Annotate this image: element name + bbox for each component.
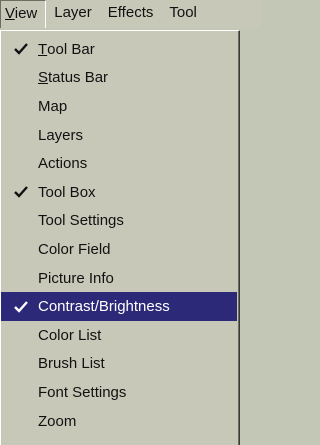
- menu-item-color-list[interactable]: Color List: [1, 321, 237, 350]
- menu-item-tool-box-label: Tool Box: [38, 183, 96, 201]
- menu-item-tool-box[interactable]: Tool Box: [1, 178, 237, 207]
- menu-item-status-bar[interactable]: Status Bar: [1, 64, 237, 93]
- check-icon: [13, 185, 29, 199]
- check-icon: [13, 300, 29, 314]
- menu-item-font-settings-label: Font Settings: [38, 383, 127, 401]
- menu-item-map-label: Map: [38, 97, 68, 115]
- menu-effects[interactable]: Effects: [100, 0, 162, 28]
- menu-item-color-field[interactable]: Color Field: [1, 235, 237, 264]
- desktop-background: [242, 30, 261, 445]
- menu-item-layers[interactable]: Layers: [1, 121, 237, 150]
- menu-view-label-rest: iew: [14, 5, 38, 22]
- menu-layer[interactable]: Layer: [46, 0, 100, 28]
- menu-item-tool-bar-mnemonic: T: [38, 40, 48, 58]
- menu-view-mnemonic: V: [5, 5, 15, 22]
- menu-item-tool-bar[interactable]: Tool Bar: [1, 35, 237, 64]
- menu-item-status-bar-rest: tatus Bar: [48, 69, 109, 87]
- menu-view[interactable]: View: [0, 0, 47, 28]
- menu-bar: View Layer Effects Tool: [0, 0, 261, 28]
- menu-item-brush-list-label: Brush List: [38, 355, 105, 373]
- menu-item-status-bar-mnemonic: S: [38, 69, 49, 87]
- menu-item-picture-info-label: Picture Info: [38, 269, 114, 287]
- menu-item-actions-label: Actions: [38, 155, 88, 173]
- menu-tool[interactable]: Tool: [161, 0, 205, 28]
- menu-item-actions[interactable]: Actions: [1, 149, 237, 178]
- menu-item-layers-label: Layers: [38, 126, 84, 144]
- menu-item-tool-settings-label: Tool Settings: [38, 212, 124, 230]
- menu-item-color-field-label: Color Field: [38, 240, 111, 258]
- menu-item-color-list-label: Color List: [38, 326, 102, 344]
- menu-item-tool-bar-rest: ool Bar: [47, 40, 95, 58]
- menu-item-zoom-label: Zoom: [38, 412, 77, 430]
- menu-item-contrast-brightness-label: Contrast/Brightness: [38, 298, 170, 316]
- menu-item-brush-list[interactable]: Brush List: [1, 350, 237, 379]
- menu-item-zoom[interactable]: Zoom: [1, 407, 237, 436]
- menu-item-font-settings[interactable]: Font Settings: [1, 378, 237, 407]
- check-icon: [13, 42, 29, 56]
- view-dropdown-menu: Tool Bar Status Bar Map Layers Actions T…: [0, 30, 240, 445]
- menu-item-contrast-brightness[interactable]: Contrast/Brightness: [1, 292, 237, 321]
- menu-item-map[interactable]: Map: [1, 92, 237, 121]
- screen: View Layer Effects Tool Tool Bar Status …: [0, 0, 261, 445]
- menu-item-picture-info[interactable]: Picture Info: [1, 264, 237, 293]
- menu-item-tool-settings[interactable]: Tool Settings: [1, 207, 237, 236]
